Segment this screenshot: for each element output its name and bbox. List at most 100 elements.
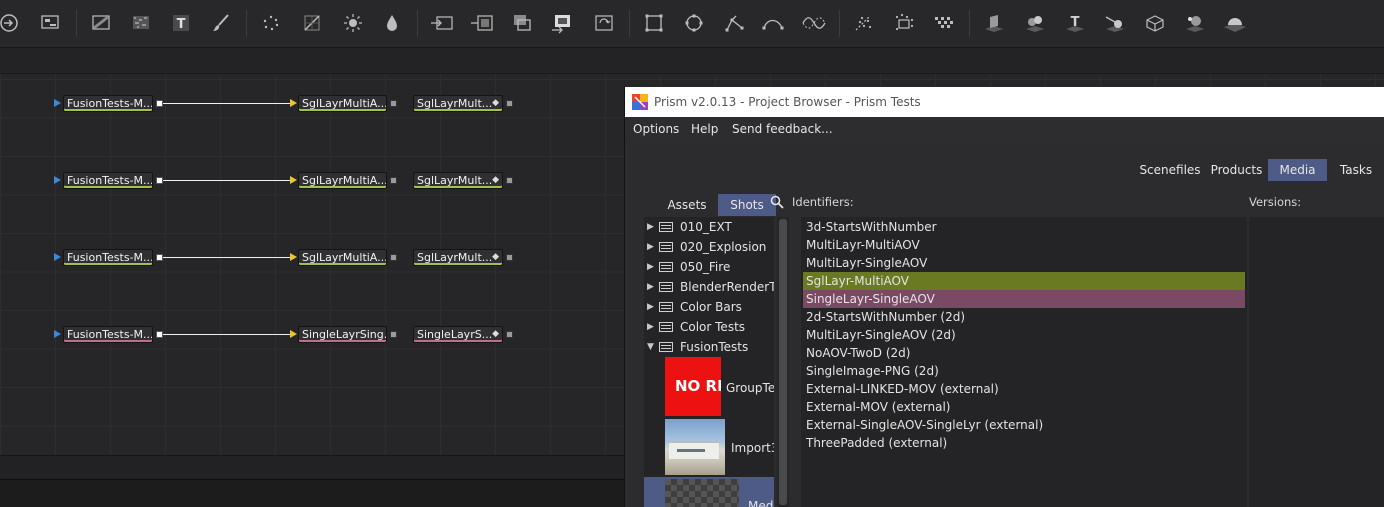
merge-icon[interactable] [427,8,457,38]
brightness-icon[interactable] [338,8,368,38]
sub-shot-label[interactable]: Import3D [731,441,774,455]
chevron-right-icon[interactable]: ▶ [647,257,654,277]
ambient-light-icon[interactable] [1220,8,1250,38]
list-item[interactable]: MultiLayr-SingleAOV (2d) [803,326,1245,344]
rectangle-mask-icon[interactable] [639,8,669,38]
tool-node[interactable]: SglLayrMult... ◆ [413,95,503,112]
tool-node[interactable]: SingleLayrSing... [298,326,387,343]
shots-scrollbar[interactable] [777,217,789,507]
pemitter-icon[interactable] [849,8,879,38]
list-item[interactable]: 2d-StartsWithNumber (2d) [803,308,1245,326]
arrow-circle-icon[interactable] [0,8,24,38]
node-output-icon[interactable] [506,254,513,261]
camera3d-icon[interactable] [1100,8,1130,38]
node-output-icon[interactable] [506,331,513,338]
loader-node[interactable]: FusionTests-M... [63,326,153,343]
paint-brush-icon[interactable] [206,8,236,38]
tab-tasks[interactable]: Tasks [1327,159,1384,181]
tool-node[interactable]: SglLayrMultiA... [298,249,387,266]
search-icon[interactable] [770,195,784,209]
thumbnail-media[interactable] [665,479,739,507]
tab-products[interactable]: Products [1205,159,1268,181]
chevron-right-icon[interactable]: ▶ [647,317,654,337]
text3d-icon[interactable]: T [1060,8,1090,38]
menu-help[interactable]: Help [691,122,718,136]
ellipse-mask-icon[interactable] [679,8,709,38]
polygon-mask-icon[interactable] [720,8,750,38]
node-output-icon[interactable] [156,100,163,107]
list-item[interactable]: SingleImage-PNG (2d) [803,362,1245,380]
node-output-icon[interactable] [390,100,397,107]
list-item[interactable]: 3d-StartsWithNumber [803,218,1245,236]
list-item[interactable]: ThreePadded (external) [803,434,1245,452]
tree-item-fusiontests[interactable]: ▼ FusionTests [644,337,774,357]
node-output-icon[interactable] [506,177,513,184]
loader-node[interactable]: FusionTests-M... [63,95,153,112]
title-bar[interactable]: Prism v2.0.13 - Project Browser - Prism … [625,87,1384,117]
loader-icon[interactable] [35,8,65,38]
loader-node[interactable]: FusionTests-M... [63,249,153,266]
pixel-grid-icon[interactable] [929,8,959,38]
tree-item-010-ext[interactable]: ▶ 010_EXT [644,217,774,237]
node-output-icon[interactable] [156,254,163,261]
scrollbar-thumb[interactable] [779,219,787,505]
node-output-icon[interactable] [390,254,397,261]
menu-send-feedback[interactable]: Send feedback... [732,122,833,136]
particles-icon[interactable] [256,8,286,38]
list-item[interactable]: MultiLayr-SingleAOV [803,254,1245,272]
transform-icon[interactable] [467,8,497,38]
node-output-icon[interactable] [506,100,513,107]
thumbnail-grouptests[interactable]: NO RE [665,357,721,416]
renderer3d-icon[interactable] [1140,8,1170,38]
node-output-icon[interactable] [156,177,163,184]
tab-assets[interactable]: Assets [661,194,713,216]
tool-node[interactable]: SglLayrMultiA... [298,172,387,189]
tree-item-color-tests[interactable]: ▶ Color Tests [644,317,774,337]
versions-list[interactable] [1249,217,1384,507]
sub-shot-label[interactable]: Media [748,499,774,507]
tool-node[interactable]: SglLayrMult... ◆ [413,172,503,189]
tool-node[interactable]: SglLayrMultiA... [298,95,387,112]
list-item[interactable]: External-LINKED-MOV (external) [803,380,1245,398]
list-item[interactable]: NoAOV-TwoD (2d) [803,344,1245,362]
wave-mask-icon[interactable] [799,8,829,38]
chevron-right-icon[interactable]: ▶ [647,297,654,317]
node-input-icon[interactable] [290,253,297,261]
blur-drop-icon[interactable] [377,8,407,38]
node-input-icon[interactable] [54,99,61,107]
tab-media[interactable]: Media [1268,159,1327,181]
loader-node[interactable]: FusionTests-M... [63,172,153,189]
merge3d-icon[interactable] [1020,8,1050,38]
tree-item-050-fire[interactable]: ▶ 050_Fire [644,257,774,277]
tree-item-020-explosion[interactable]: ▶ 020_Explosion [644,237,774,257]
tool-node[interactable]: SglLayrMult... ◆ [413,249,503,266]
menu-options[interactable]: Options [633,122,679,136]
node-input-icon[interactable] [290,330,297,338]
node-input-icon[interactable] [290,176,297,184]
node-output-icon[interactable] [390,331,397,338]
list-item[interactable]: External-MOV (external) [803,398,1245,416]
tool-node[interactable]: SingleLayrS... ◆ [413,326,503,343]
resize-icon[interactable] [589,8,619,38]
channel-booleans-icon[interactable] [507,8,537,38]
spotlight3d-icon[interactable] [1180,8,1210,38]
node-input-icon[interactable] [54,330,61,338]
tab-scenefiles[interactable]: Scenefiles [1137,159,1203,181]
list-item[interactable]: MultiLayr-MultiAOV [803,236,1245,254]
bspline-mask-icon[interactable] [758,8,788,38]
fast-noise-icon[interactable] [126,8,156,38]
shape3d-icon[interactable] [979,8,1009,38]
background-icon[interactable] [86,8,116,38]
text-icon[interactable]: T [166,8,196,38]
chevron-right-icon[interactable]: ▶ [647,237,654,257]
viewer-icon[interactable] [547,8,577,38]
node-input-icon[interactable] [54,176,61,184]
list-item[interactable]: SingleLayr-SingleAOV [803,290,1245,308]
node-input-icon[interactable] [290,99,297,107]
chevron-right-icon[interactable]: ▶ [647,217,654,237]
list-item[interactable]: SglLayr-MultiAOV [803,272,1245,290]
tree-item-color-bars[interactable]: ▶ Color Bars [644,297,774,317]
color-corrector-icon[interactable] [297,8,327,38]
node-output-icon[interactable] [156,331,163,338]
tree-item-blenderrendertests[interactable]: ▶ BlenderRenderTests [644,277,774,297]
